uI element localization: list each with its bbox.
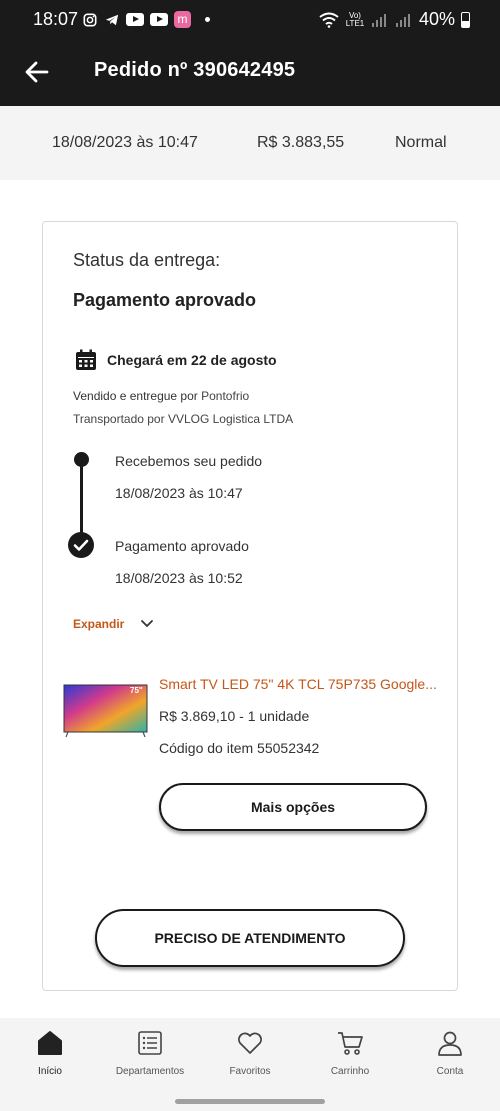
page-title: Pedido nº 390642495 bbox=[94, 59, 296, 81]
timeline-step-title: Pagamento aprovado bbox=[115, 538, 249, 554]
more-options-button[interactable]: Mais opções bbox=[159, 783, 427, 831]
expand-label: Expandir bbox=[73, 617, 125, 631]
help-button[interactable]: PRECISO DE ATENDIMENTO bbox=[95, 909, 405, 967]
delivery-status-value: Pagamento aprovado bbox=[73, 290, 257, 310]
sold-by-label: Vendido e entregue por bbox=[73, 389, 198, 403]
instagram-icon bbox=[83, 13, 97, 26]
order-date: 18/08/2023 às 10:47 bbox=[52, 134, 198, 151]
carrier-value: VVLOG Logistica LTDA bbox=[167, 412, 294, 426]
wifi-icon bbox=[319, 12, 339, 28]
nav-item-departments[interactable]: Departamentos bbox=[100, 1028, 200, 1077]
shipping-type: Normal bbox=[395, 134, 447, 151]
order-summary: 18/08/2023 às 10:47 R$ 3.883,55 Normal bbox=[0, 106, 500, 180]
youtube-icon bbox=[126, 13, 144, 26]
arrival-date: Chegará em 22 de agosto bbox=[107, 352, 277, 368]
expand-toggle[interactable]: Expandir bbox=[73, 617, 154, 631]
telegram-icon bbox=[105, 14, 119, 25]
nav-item-cart[interactable]: Carrinho bbox=[300, 1028, 400, 1077]
product-image[interactable]: 75" bbox=[63, 684, 148, 739]
nav-label: Conta bbox=[436, 1066, 464, 1077]
notification-icons: m bbox=[82, 11, 210, 28]
user-icon bbox=[438, 1031, 462, 1056]
delivery-status-label: Status da entrega: bbox=[73, 250, 221, 270]
gesture-bar[interactable] bbox=[175, 1099, 325, 1104]
nav-label: Departamentos bbox=[115, 1066, 185, 1077]
calendar-icon bbox=[76, 349, 96, 370]
timeline-step-title: Recebemos seu pedido bbox=[115, 453, 263, 469]
product-price-qty: R$ 3.869,10 - 1 unidade bbox=[159, 708, 310, 724]
nav-item-account[interactable]: Conta bbox=[400, 1028, 500, 1077]
product-name-link[interactable]: Smart TV LED 75" 4K TCL 75P735 Google... bbox=[159, 676, 437, 692]
carrier-label: Transportado por bbox=[73, 412, 165, 426]
volte-label: Vo) LTE1 bbox=[345, 10, 365, 28]
home-icon bbox=[38, 1031, 62, 1055]
battery-icon bbox=[461, 11, 470, 28]
app-header: Pedido nº 390642495 bbox=[0, 40, 500, 106]
delivery-card: Status da entrega: Pagamento aprovado Ch… bbox=[42, 221, 458, 991]
battery-percent: 40% bbox=[418, 9, 455, 29]
signal-icon bbox=[395, 13, 410, 27]
carrier: Transportado por VVLOG Logistica LTDA bbox=[73, 412, 293, 426]
timeline-step-date: 18/08/2023 às 10:52 bbox=[115, 570, 243, 586]
chevron-down-icon bbox=[141, 620, 154, 628]
order-total: R$ 3.883,55 bbox=[257, 134, 345, 151]
system-icons: Vo) LTE1 40% bbox=[319, 9, 470, 30]
sold-by: Vendido e entregue por Pontofrio bbox=[73, 389, 249, 403]
nav-item-favorites[interactable]: Favoritos bbox=[200, 1028, 300, 1077]
bottom-nav: Início Departamentos Favoritos Carrinho … bbox=[0, 1018, 500, 1111]
youtube-icon bbox=[150, 13, 168, 26]
product-code: Código do item 55052342 bbox=[159, 740, 320, 756]
app-notification-icon: m bbox=[174, 11, 191, 28]
sold-by-value: Pontofrio bbox=[201, 389, 250, 403]
status-time: 18:07 bbox=[33, 9, 79, 29]
timeline-check-icon bbox=[68, 532, 94, 558]
timeline-dot-icon bbox=[74, 452, 89, 467]
signal-icon bbox=[371, 13, 386, 27]
status-bar: 18:07 m Vo) LTE1 40% bbox=[0, 0, 500, 40]
timeline-step-date: 18/08/2023 às 10:47 bbox=[115, 485, 243, 501]
more-notifications-icon bbox=[205, 17, 210, 22]
nav-label: Carrinho bbox=[330, 1066, 370, 1077]
nav-label: Início bbox=[38, 1066, 62, 1077]
nav-item-home[interactable]: Início bbox=[0, 1028, 100, 1077]
product-image-badge: 75" bbox=[130, 686, 143, 695]
back-arrow-icon[interactable] bbox=[22, 57, 52, 87]
heart-icon bbox=[238, 1032, 262, 1054]
cart-icon bbox=[338, 1032, 363, 1055]
nav-label: Favoritos bbox=[229, 1066, 271, 1077]
list-icon bbox=[138, 1031, 162, 1055]
